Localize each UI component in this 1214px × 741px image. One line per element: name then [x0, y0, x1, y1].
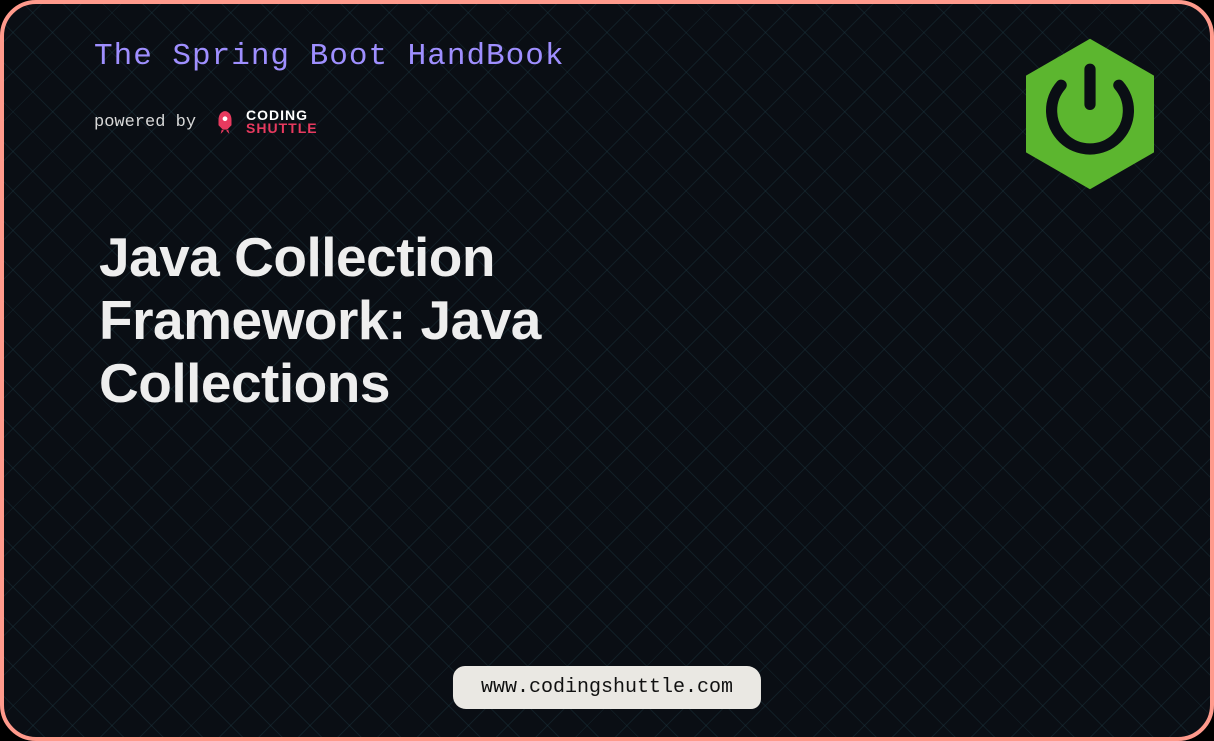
article-title: Java Collection Framework: Java Collecti…	[99, 226, 739, 416]
rocket-icon	[212, 109, 238, 135]
website-url-badge: www.codingshuttle.com	[453, 666, 761, 709]
brand-line2: SHUTTLE	[246, 122, 318, 135]
handbook-title: The Spring Boot HandBook	[94, 39, 1170, 74]
powered-by-label: powered by	[94, 113, 196, 132]
spring-boot-icon	[1010, 34, 1170, 194]
handbook-card: The Spring Boot HandBook powered by CODI…	[0, 0, 1214, 741]
website-url: www.codingshuttle.com	[481, 676, 733, 699]
powered-by-row: powered by CODING SHUTTLE	[94, 109, 1170, 136]
brand-logo: CODING SHUTTLE	[212, 109, 318, 136]
brand-text: CODING SHUTTLE	[246, 109, 318, 136]
